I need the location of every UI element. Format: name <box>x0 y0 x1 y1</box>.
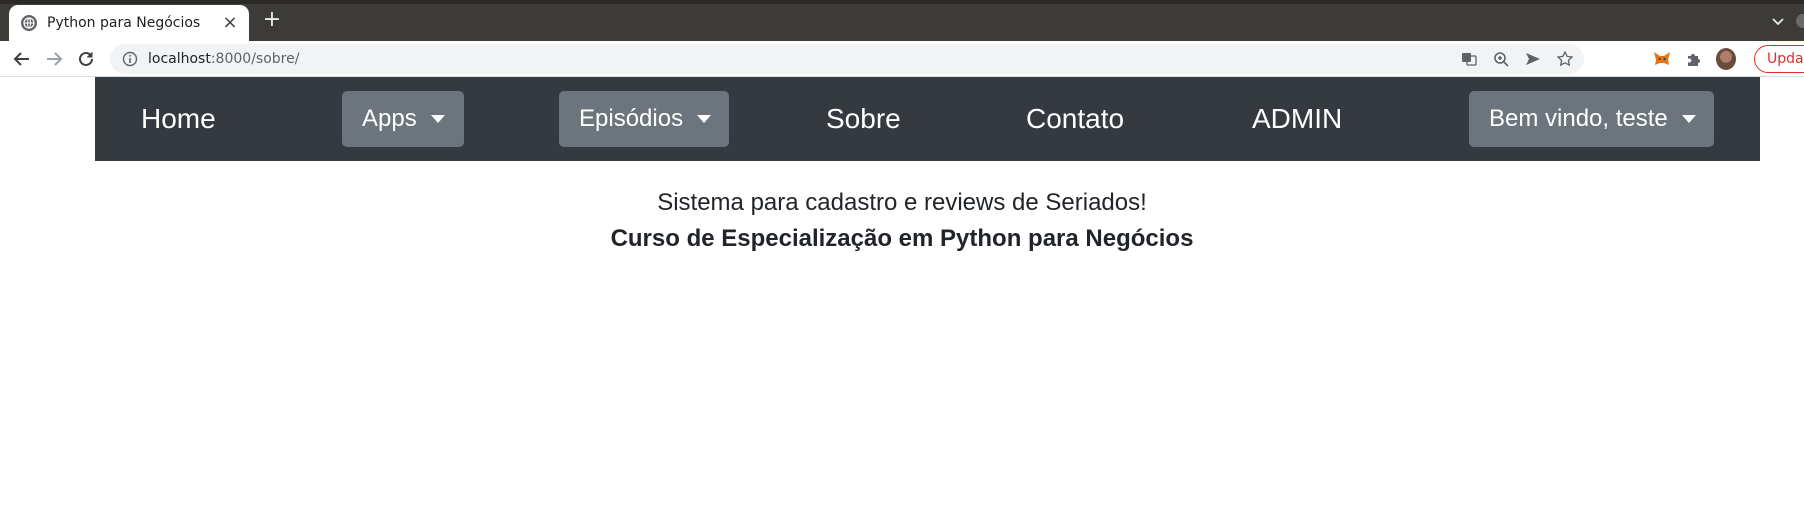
browser-tab-strip: Python para Negócios × + <box>0 0 1804 41</box>
course-title: Curso de Especialização em Python para N… <box>610 225 1194 252</box>
profile-avatar[interactable] <box>1716 48 1736 70</box>
address-bar[interactable]: localhost:8000/sobre/ <box>110 44 1584 74</box>
url-host: localhost <box>148 51 211 67</box>
info-icon[interactable] <box>122 51 138 67</box>
bookmark-star-icon[interactable] <box>1556 50 1574 68</box>
browser-toolbar: localhost:8000/sobre/ Update <box>0 41 1804 77</box>
window-control-icon[interactable] <box>1796 14 1804 28</box>
browser-tab[interactable]: Python para Negócios × <box>9 5 249 41</box>
nav-contato-link[interactable]: Contato <box>1026 105 1124 133</box>
url-path: :8000/sobre/ <box>210 51 300 67</box>
welcome-label: Bem vindo, teste <box>1489 105 1668 132</box>
nav-apps-label: Apps <box>362 105 417 132</box>
user-welcome-dropdown[interactable]: Bem vindo, teste <box>1469 91 1714 147</box>
back-arrow-icon[interactable] <box>10 48 34 70</box>
close-icon[interactable]: × <box>221 14 239 32</box>
send-icon[interactable] <box>1524 50 1542 68</box>
address-bar-actions <box>1460 50 1574 68</box>
nav-home-link[interactable]: Home <box>141 105 216 133</box>
translate-icon[interactable] <box>1460 50 1478 68</box>
forward-arrow-icon[interactable] <box>42 48 66 70</box>
zoom-icon[interactable] <box>1492 50 1510 68</box>
page-subtitle: Sistema para cadastro e reviews de Seria… <box>657 189 1147 216</box>
reload-icon[interactable] <box>74 48 98 70</box>
nav-apps-dropdown[interactable]: Apps <box>342 91 464 147</box>
update-button[interactable]: Update <box>1754 45 1804 73</box>
nav-episodios-label: Episódios <box>579 105 684 132</box>
globe-icon <box>21 15 37 31</box>
puzzle-extensions-icon[interactable] <box>1684 49 1704 69</box>
site-navbar: Home Apps Episódios Sobre Contato ADMIN … <box>95 77 1760 161</box>
page-content: Home Apps Episódios Sobre Contato ADMIN … <box>0 77 1804 506</box>
tab-title: Python para Negócios <box>47 15 201 31</box>
new-tab-button[interactable]: + <box>260 9 284 33</box>
extensions-area <box>1652 48 1736 70</box>
nav-sobre-link[interactable]: Sobre <box>826 105 901 133</box>
caret-down-icon <box>697 115 712 123</box>
metamask-fox-icon[interactable] <box>1652 49 1672 69</box>
nav-admin-link[interactable]: ADMIN <box>1252 105 1342 133</box>
chevron-down-icon[interactable] <box>1770 13 1786 29</box>
caret-down-icon <box>1681 115 1696 123</box>
caret-down-icon <box>430 115 445 123</box>
tab-strip-top-edge <box>0 0 1804 4</box>
nav-episodios-dropdown[interactable]: Episódios <box>559 91 729 147</box>
